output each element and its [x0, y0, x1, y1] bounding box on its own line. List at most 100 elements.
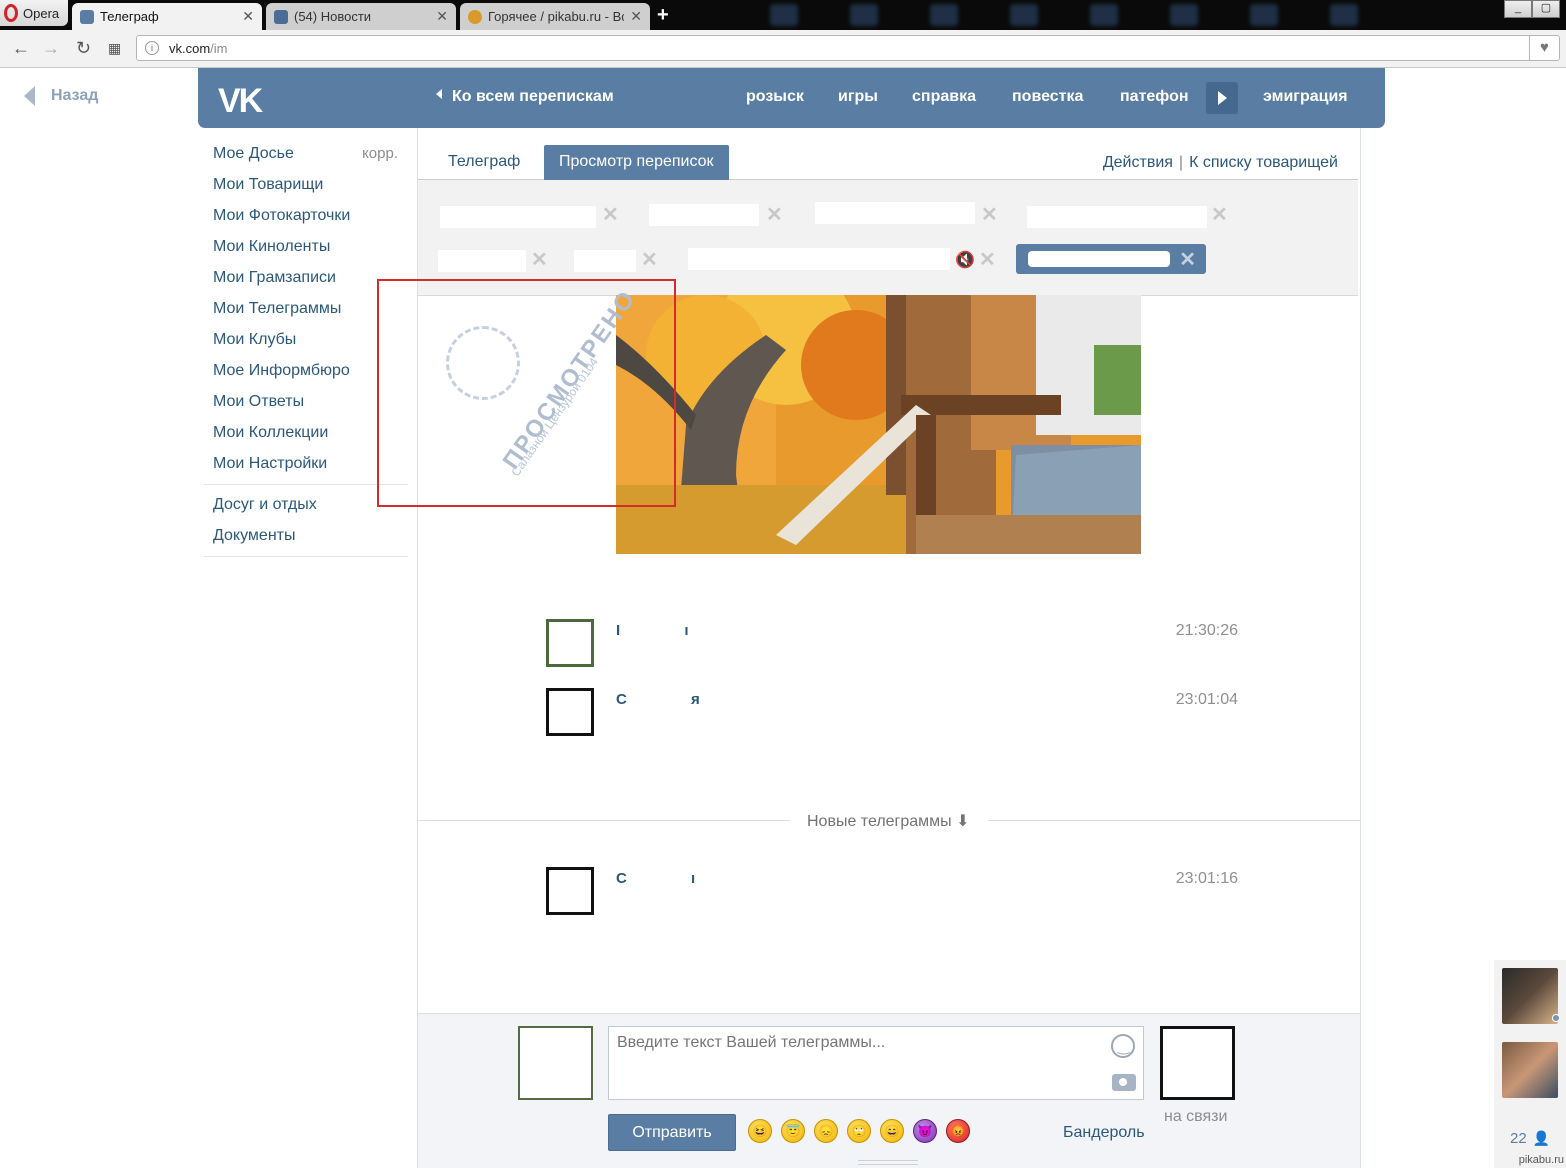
tab-title: (54) Новости — [294, 9, 372, 24]
laughing-emoji-icon[interactable]: 😆 — [748, 1119, 772, 1143]
address-bar[interactable]: i vk.com/im ♥ — [136, 35, 1560, 61]
menu-item-photos[interactable]: Мои Фотокарточки — [204, 200, 408, 231]
compose-area: на связи Отправить 😆 😇 😞 🙄 😄 😈 😡 Бандеро… — [418, 1013, 1360, 1168]
back-arrow-icon[interactable]: ← — [12, 38, 30, 59]
conversation-chip[interactable] — [574, 250, 636, 272]
nav-logout-link[interactable]: эмиграция — [1263, 88, 1348, 106]
close-chip-icon[interactable]: ✕ — [602, 202, 619, 227]
maximize-icon[interactable]: ▢ — [1532, 0, 1560, 18]
vk-message-favicon-icon — [80, 9, 94, 24]
nav-games-link[interactable]: игры — [838, 88, 878, 106]
watermark: pikabu.ru — [1518, 1154, 1564, 1166]
my-avatar[interactable] — [518, 1026, 593, 1100]
close-chip-icon[interactable]: ✕ — [641, 247, 658, 272]
opera-menu-button[interactable]: Opera — [0, 0, 68, 26]
avatar[interactable] — [546, 619, 594, 667]
nav-help-link[interactable]: справка — [912, 88, 976, 106]
bookmark-heart-icon[interactable]: ♥ — [1529, 35, 1559, 61]
tab-view-conversations[interactable]: Просмотр переписок — [544, 145, 729, 180]
close-tab-icon[interactable]: ✕ — [242, 8, 254, 25]
message-row[interactable]: I ı 21:30:26 — [546, 619, 1238, 667]
conversation-chip[interactable] — [688, 248, 950, 270]
emoji-bar: 😆 😇 😞 🙄 😄 😈 😡 — [748, 1119, 970, 1143]
send-button[interactable]: Отправить — [608, 1114, 736, 1151]
opera-menu-label: Opera — [23, 5, 60, 21]
menu-item-documents[interactable]: Документы — [204, 520, 408, 551]
close-tab-icon[interactable]: ✕ — [630, 8, 642, 25]
nav-search-link[interactable]: розыск — [746, 88, 804, 106]
devil-emoji-icon[interactable]: 😈 — [913, 1119, 937, 1143]
friend-avatar[interactable] — [1502, 1042, 1558, 1098]
conversation-chip[interactable] — [815, 202, 975, 224]
actions-separator: | — [1178, 154, 1184, 171]
active-conversation-chip[interactable]: ✕ — [1016, 244, 1206, 274]
online-dot-icon — [1552, 1014, 1560, 1022]
speed-dial-grid-icon[interactable]: ▦ — [108, 40, 121, 57]
close-tab-icon[interactable]: ✕ — [436, 8, 448, 25]
to-all-conversations-link[interactable]: Ко всем перепискам — [436, 88, 614, 106]
edit-link[interactable]: корр. — [362, 138, 398, 169]
menu-item-dossier[interactable]: Мое Досье корр. — [204, 138, 408, 169]
message-time: 21:30:26 — [1175, 622, 1238, 639]
avatar[interactable] — [546, 688, 594, 736]
message-input[interactable] — [617, 1034, 1097, 1052]
forward-arrow-icon[interactable]: → — [42, 38, 60, 59]
message-row[interactable]: С ı 23:01:16 — [546, 867, 1238, 915]
friend-avatar[interactable] — [1502, 968, 1558, 1024]
eye-roll-emoji-icon[interactable]: 🙄 — [847, 1119, 871, 1143]
close-chip-icon[interactable]: ✕ — [1211, 202, 1228, 227]
avatar[interactable] — [546, 867, 594, 915]
reload-icon[interactable]: ↻ — [76, 38, 91, 59]
close-chip-icon[interactable]: ✕ — [979, 247, 996, 272]
nav-summons-link[interactable]: повестка — [1012, 88, 1083, 106]
browser-tab-telegraph[interactable]: Телеграф ✕ — [72, 3, 262, 30]
conversation-chip[interactable] — [438, 250, 526, 272]
online-count[interactable]: 22 — [1510, 1130, 1550, 1147]
chat-sidebar: 22 — [1494, 960, 1566, 1168]
online-status: на связи — [1164, 1108, 1228, 1125]
close-chip-icon[interactable]: ✕ — [981, 202, 998, 227]
player-play-icon[interactable] — [1206, 82, 1238, 114]
grin-emoji-icon[interactable]: 😄 — [880, 1119, 904, 1143]
menu-item-videos[interactable]: Мои Киноленты — [204, 231, 408, 262]
angry-emoji-icon[interactable]: 😡 — [946, 1119, 970, 1143]
camera-icon[interactable] — [1112, 1074, 1136, 1091]
tab-title: Горячее / pikabu.ru - Все — [488, 9, 625, 24]
close-chip-icon[interactable]: ✕ — [1179, 247, 1196, 272]
attach-link[interactable]: Бандероль — [1063, 1124, 1145, 1142]
message-author[interactable]: С я — [616, 691, 730, 708]
message-row[interactable]: С я 23:01:04 — [546, 688, 1238, 736]
smiley-icon[interactable] — [1111, 1034, 1135, 1058]
close-chip-icon[interactable]: ✕ — [531, 247, 548, 272]
message-author[interactable]: С ı — [616, 870, 725, 887]
browser-tab-news[interactable]: (54) Новости ✕ — [266, 3, 456, 30]
angel-emoji-icon[interactable]: 😇 — [781, 1119, 805, 1143]
new-tab-icon[interactable]: + — [657, 4, 669, 27]
highlight-frame — [377, 279, 676, 507]
conversation-chip[interactable] — [1027, 206, 1207, 228]
close-chip-icon[interactable]: ✕ — [766, 202, 783, 227]
vk-logo[interactable]: VK — [218, 82, 263, 121]
nav-gramophone-link[interactable]: патефон — [1120, 88, 1189, 106]
browser-tab-pikabu[interactable]: Горячее / pikabu.ru - Все ✕ — [460, 3, 650, 30]
actions-link[interactable]: Действия — [1103, 154, 1173, 171]
back-triangle-icon — [24, 86, 35, 106]
tab-telegraph[interactable]: Телеграф — [448, 153, 520, 171]
divider-line — [988, 820, 1360, 821]
message-input-box[interactable] — [608, 1026, 1144, 1100]
back-link[interactable]: Назад — [24, 86, 98, 106]
resize-grip[interactable] — [858, 1160, 918, 1165]
sad-emoji-icon[interactable]: 😞 — [814, 1119, 838, 1143]
message-author[interactable]: I ı — [616, 622, 719, 639]
peer-avatar[interactable] — [1160, 1026, 1235, 1100]
message-time: 23:01:16 — [1175, 870, 1238, 887]
menu-item-friends[interactable]: Мои Товарищи — [204, 169, 408, 200]
new-messages-divider: Новые телеграммы ⬇ — [418, 811, 1360, 831]
attached-photo[interactable] — [616, 295, 1141, 554]
minimize-icon[interactable]: _ — [1504, 0, 1532, 18]
friends-list-link[interactable]: К списку товарищей — [1189, 154, 1338, 171]
conversation-chip[interactable] — [649, 204, 759, 226]
conversation-chip[interactable] — [440, 206, 596, 228]
active-chip-name — [1028, 251, 1170, 267]
site-info-icon[interactable]: i — [145, 41, 159, 55]
